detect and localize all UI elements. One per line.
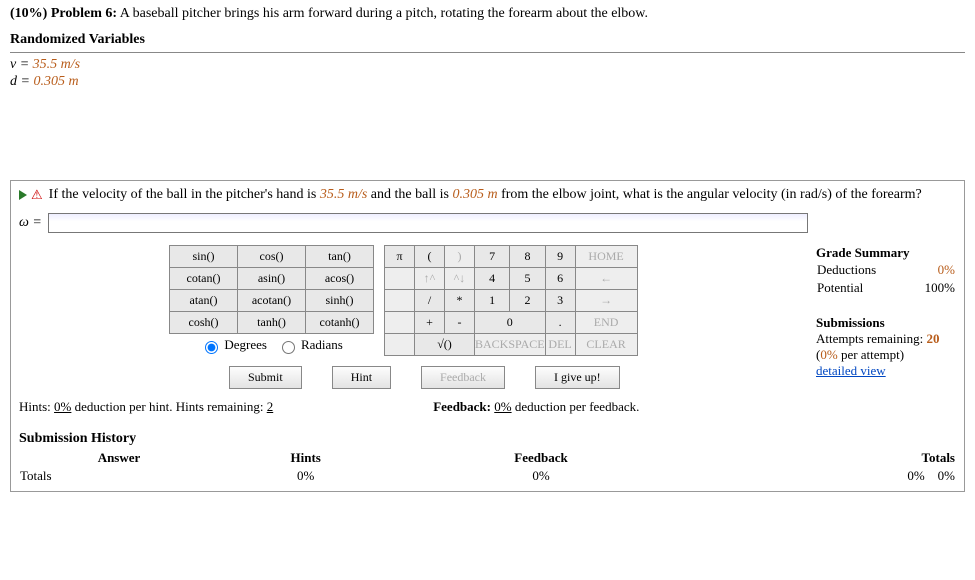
table-row: Totals 0% 0% 0% 0% <box>19 467 956 485</box>
key-sqrt[interactable]: √() <box>415 334 475 356</box>
key-0[interactable]: 0 <box>475 312 546 334</box>
answer-input[interactable] <box>48 213 808 233</box>
key-down[interactable]: ^↓ <box>445 268 475 290</box>
key-6[interactable]: 6 <box>545 268 575 290</box>
question-box: ⚠ If the velocity of the ball in the pit… <box>10 180 965 492</box>
key-rparen[interactable]: ) <box>445 246 475 268</box>
fn-tanh[interactable]: tanh() <box>238 312 306 334</box>
key-plus[interactable]: + <box>415 312 445 334</box>
fn-tan[interactable]: tan() <box>306 246 374 268</box>
key-empty4 <box>385 334 415 356</box>
key-8[interactable]: 8 <box>510 246 545 268</box>
mode-radians[interactable]: Radians <box>277 337 343 352</box>
key-pi[interactable]: π <box>385 246 415 268</box>
key-backspace[interactable]: BACKSPACE <box>475 334 546 356</box>
key-7[interactable]: 7 <box>475 246 510 268</box>
key-end[interactable]: END <box>575 312 637 334</box>
key-left[interactable]: ← <box>575 268 637 290</box>
mode-degrees[interactable]: Degrees <box>200 337 267 352</box>
key-up[interactable]: ↑^ <box>415 268 445 290</box>
key-right[interactable]: → <box>575 290 637 312</box>
problem-text: A baseball pitcher brings his arm forwar… <box>120 6 648 21</box>
key-star[interactable]: * <box>445 290 475 312</box>
fn-cotan[interactable]: cotan() <box>170 268 238 290</box>
key-empty3 <box>385 312 415 334</box>
submission-history-table: Answer Hints Feedback Totals Totals 0% 0… <box>19 449 956 485</box>
question-line: ⚠ If the velocity of the ball in the pit… <box>19 187 956 203</box>
fn-atan[interactable]: atan() <box>170 290 238 312</box>
hint-button[interactable]: Hint <box>332 366 391 389</box>
fn-cotanh[interactable]: cotanh() <box>306 312 374 334</box>
submission-history-title: Submission History <box>19 431 956 447</box>
key-slash[interactable]: / <box>415 290 445 312</box>
fn-asin[interactable]: asin() <box>238 268 306 290</box>
angle-mode: Degrees Radians <box>169 337 374 354</box>
key-3[interactable]: 3 <box>545 290 575 312</box>
key-9[interactable]: 9 <box>545 246 575 268</box>
key-home[interactable]: HOME <box>575 246 637 268</box>
key-empty1 <box>385 268 415 290</box>
feedback-line: Feedback: 0% deduction per feedback. <box>433 399 639 415</box>
fn-sinh[interactable]: sinh() <box>306 290 374 312</box>
play-icon[interactable] <box>19 190 27 200</box>
var-v: v = 35.5 m/s <box>10 57 965 73</box>
giveup-button[interactable]: I give up! <box>535 366 620 389</box>
fn-sin[interactable]: sin() <box>170 246 238 268</box>
key-minus[interactable]: - <box>445 312 475 334</box>
fn-cos[interactable]: cos() <box>238 246 306 268</box>
problem-header: (10%) Problem 6: A baseball pitcher brin… <box>10 6 965 22</box>
fn-acos[interactable]: acos() <box>306 268 374 290</box>
fn-cosh[interactable]: cosh() <box>170 312 238 334</box>
answer-label: ω = <box>19 215 42 231</box>
hints-line: Hints: 0% deduction per hint. Hints rema… <box>19 399 273 415</box>
key-lparen[interactable]: ( <box>415 246 445 268</box>
key-5[interactable]: 5 <box>510 268 545 290</box>
key-4[interactable]: 4 <box>475 268 510 290</box>
submissions-title: Submissions <box>816 315 956 331</box>
function-keys: sin()cos()tan() cotan()asin()acos() atan… <box>169 245 374 356</box>
feedback-button[interactable]: Feedback <box>421 366 505 389</box>
randomized-variables-title: Randomized Variables <box>10 32 965 48</box>
detailed-view-link[interactable]: detailed view <box>816 363 956 379</box>
key-clear[interactable]: CLEAR <box>575 334 637 356</box>
submit-button[interactable]: Submit <box>229 366 302 389</box>
problem-weight: (10%) Problem 6: <box>10 6 117 21</box>
warning-icon: ⚠ <box>31 187 43 203</box>
key-1[interactable]: 1 <box>475 290 510 312</box>
grade-sidebar: Grade Summary Deductions0% Potential100%… <box>816 245 956 395</box>
key-empty2 <box>385 290 415 312</box>
var-d: d = 0.305 m <box>10 74 965 90</box>
answer-row: ω = <box>19 213 956 233</box>
grade-summary-title: Grade Summary <box>816 245 956 261</box>
fn-acotan[interactable]: acotan() <box>238 290 306 312</box>
key-2[interactable]: 2 <box>510 290 545 312</box>
key-del[interactable]: DEL <box>545 334 575 356</box>
numeric-keypad: π ( ) 7 8 9 HOME ↑^ ^↓ 4 <box>384 245 638 356</box>
calculator: sin()cos()tan() cotan()asin()acos() atan… <box>169 245 816 356</box>
key-dot[interactable]: . <box>545 312 575 334</box>
